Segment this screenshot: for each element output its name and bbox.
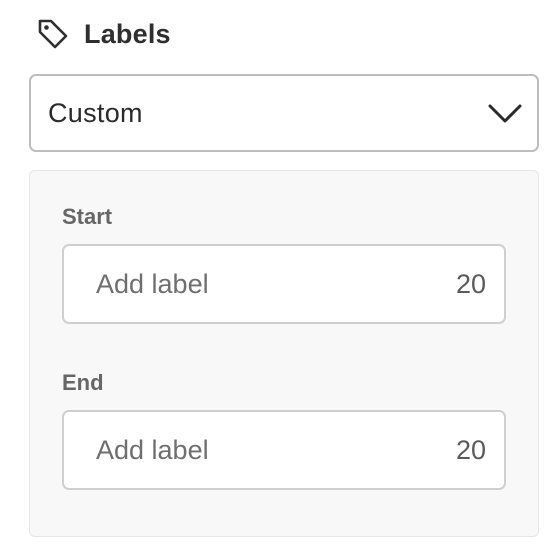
end-label-field[interactable]: 20 [62, 410, 506, 490]
end-label-heading: End [62, 370, 104, 395]
start-label-input[interactable] [64, 246, 504, 322]
start-label-field[interactable]: 20 [62, 244, 506, 324]
tag-icon [36, 17, 70, 51]
start-label-char-counter: 20 [455, 268, 486, 299]
start-label-heading: Start [62, 204, 113, 229]
label-mode-selected-value: Custom [48, 97, 143, 128]
label-mode-dropdown[interactable]: Custom [29, 74, 539, 152]
labels-header: Labels [36, 14, 171, 54]
end-label-input[interactable] [64, 412, 504, 488]
chevron-down-icon [487, 98, 523, 128]
section-title: Labels [84, 18, 171, 49]
end-label-char-counter: 20 [455, 434, 486, 465]
custom-labels-panel: Start 20 End 20 [29, 170, 539, 537]
